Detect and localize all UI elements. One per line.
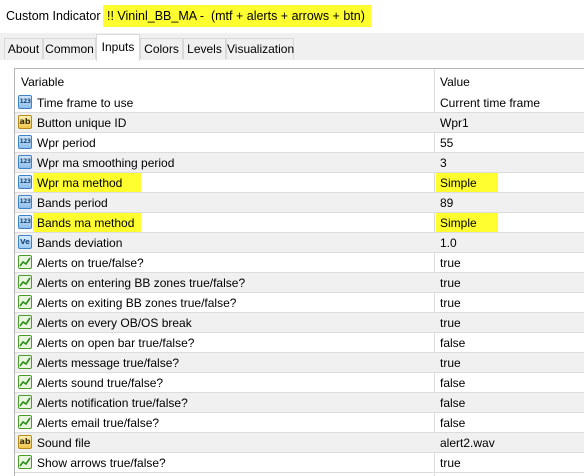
bool-icon (18, 355, 32, 369)
variable-name: Alerts on true/false? (37, 256, 144, 270)
variable-value[interactable]: true (440, 276, 461, 290)
tab-about[interactable]: About (4, 38, 43, 59)
inputs-panel: Variable Value 123 Time frame to use Curre… (0, 60, 584, 476)
table-row[interactable]: Alerts on true/false? true (15, 253, 584, 273)
tab-visualization[interactable]: Visualization (226, 38, 294, 59)
variable-name: Alerts on exiting BB zones true/false? (37, 296, 237, 310)
table-row[interactable]: Alerts email true/false? false (15, 413, 584, 433)
variable-value[interactable]: true (440, 456, 461, 470)
tab-levels[interactable]: Levels (183, 38, 226, 59)
bool-icon (18, 275, 32, 289)
string-icon: ab (18, 115, 32, 129)
number-icon: 123 (18, 135, 32, 149)
number-icon: 123 (18, 175, 32, 189)
variable-value[interactable]: Simple (440, 176, 477, 190)
bool-icon (18, 455, 32, 469)
variable-value[interactable]: 3 (440, 156, 447, 170)
table-row[interactable]: Alerts on entering BB zones true/false? t… (15, 273, 584, 293)
bool-icon (18, 335, 32, 349)
variable-value[interactable]: false (440, 376, 465, 390)
string-icon: ab (18, 435, 32, 449)
table-row[interactable]: Alerts on every OB/OS break true (15, 313, 584, 333)
table-row[interactable]: 123 Bands ma method Simple (15, 213, 584, 233)
variable-value[interactable]: 55 (440, 136, 453, 150)
variable-name: Wpr period (37, 136, 96, 150)
variable-value[interactable]: 1.0 (440, 236, 457, 250)
variable-value[interactable]: true (440, 296, 461, 310)
variable-value[interactable]: Current time frame (440, 96, 540, 110)
variable-name: Bands period (37, 196, 108, 210)
table-row[interactable]: Alerts sound true/false? false (15, 373, 584, 393)
variable-name: Alerts email true/false? (37, 416, 160, 430)
table-header: Variable Value (15, 69, 584, 93)
table-row[interactable]: Alerts notification true/false? false (15, 393, 584, 413)
variable-value[interactable]: Simple (440, 216, 477, 230)
column-header-value[interactable]: Value (440, 75, 470, 89)
variable-name: Alerts message true/false? (37, 356, 180, 370)
variable-name: Time frame to use (37, 96, 134, 110)
table-row[interactable]: Alerts message true/false? true (15, 353, 584, 373)
window-title-prefix: Custom Indicator - (6, 9, 109, 23)
table-row[interactable]: ab Button unique ID Wpr1 (15, 113, 584, 133)
variable-name: Button unique ID (37, 116, 127, 130)
variable-value[interactable]: false (440, 416, 465, 430)
bool-icon (18, 295, 32, 309)
inputs-table: Variable Value 123 Time frame to use Curre… (14, 68, 584, 476)
title-bar: Custom Indicator - !! Vininl_BB_MA - (mt… (0, 0, 584, 33)
tab-common[interactable]: Common (43, 38, 96, 59)
variable-value[interactable]: true (440, 316, 461, 330)
variable-name: Sound file (37, 436, 91, 450)
variable-value[interactable]: 89 (440, 196, 453, 210)
bool-icon (18, 415, 32, 429)
variable-value[interactable]: Wpr1 (440, 116, 469, 130)
table-row[interactable]: Alerts on exiting BB zones true/false? tr… (15, 293, 584, 313)
table-row[interactable]: Ve Bands deviation 1.0 (15, 233, 584, 253)
number-icon: 123 (18, 95, 32, 109)
table-row[interactable]: 123 Time frame to use Current time frame (15, 93, 584, 113)
variable-value[interactable]: false (440, 396, 465, 410)
bool-icon (18, 375, 32, 389)
variable-name: Alerts on open bar true/false? (37, 336, 195, 350)
variable-name: Alerts on every OB/OS break (37, 316, 192, 330)
variable-value[interactable]: false (440, 336, 465, 350)
tab-inputs[interactable]: Inputs (96, 34, 140, 61)
table-row[interactable]: 123 Bands period 89 (15, 193, 584, 213)
variable-value[interactable]: true (440, 356, 461, 370)
column-header-variable[interactable]: Variable (21, 75, 64, 89)
variable-value[interactable]: alert2.wav (440, 436, 495, 450)
variable-value[interactable]: true (440, 256, 461, 270)
table-row[interactable]: 123 Wpr ma smoothing period 3 (15, 153, 584, 173)
table-row[interactable]: Alerts on open bar true/false? false (15, 333, 584, 353)
variable-name: Bands deviation (37, 236, 123, 250)
variable-name: Bands ma method (37, 216, 135, 230)
variable-name: Wpr ma smoothing period (37, 156, 175, 170)
bool-icon (18, 255, 32, 269)
table-row[interactable]: Show arrows true/false? true (15, 453, 584, 473)
table-row[interactable]: ab Sound file alert2.wav (15, 433, 584, 453)
variable-name: Wpr ma method (37, 176, 123, 190)
variable-name: Alerts notification true/false? (37, 396, 188, 410)
table-row[interactable]: 123 Wpr ma method Simple (15, 173, 584, 193)
number-icon: 123 (18, 155, 32, 169)
table-row[interactable]: 123 Wpr period 55 (15, 133, 584, 153)
variable-name: Alerts on entering BB zones true/false? (37, 276, 246, 290)
tab-colors[interactable]: Colors (140, 38, 183, 59)
window-title-indicator-name: !! Vininl_BB_MA - (mtf + alerts + arrows… (103, 5, 371, 27)
tab-strip: About Common Inputs Colors Levels Visual… (0, 33, 584, 61)
number-icon: 123 (18, 215, 32, 229)
variable-name: Show arrows true/false? (37, 456, 166, 470)
number-icon: 123 (18, 195, 32, 209)
bool-icon (18, 395, 32, 409)
bool-icon (18, 315, 32, 329)
variable-name: Alerts sound true/false? (37, 376, 164, 390)
double-icon: Ve (18, 235, 32, 249)
